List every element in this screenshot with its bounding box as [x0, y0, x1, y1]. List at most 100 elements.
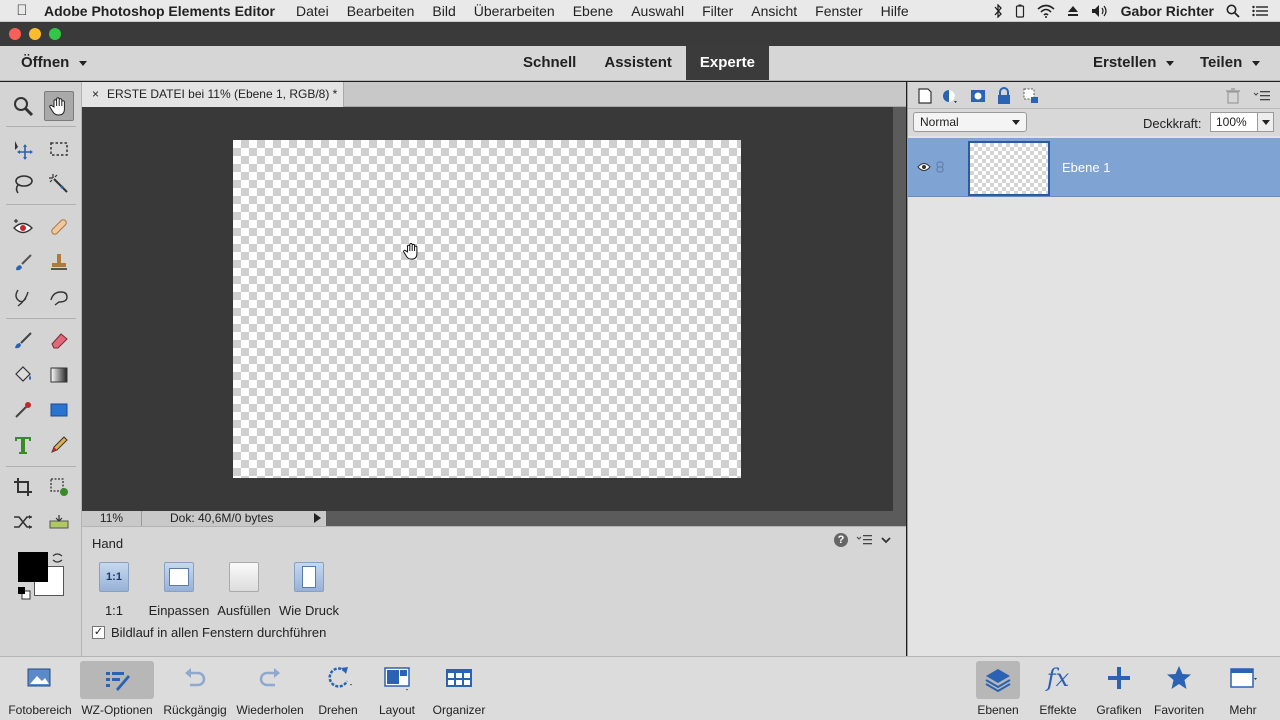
zoom-tool[interactable] [8, 91, 38, 121]
photo-bin-button[interactable]: Fotobereich [4, 657, 76, 719]
opacity-dropdown-button[interactable] [1257, 113, 1273, 131]
quick-selection-tool[interactable] [44, 169, 74, 199]
liquify-tool[interactable] [8, 282, 38, 312]
link-icon[interactable] [936, 161, 944, 173]
create-button[interactable]: Erstellen [1093, 54, 1175, 71]
layer-name[interactable]: Ebene 1 [1062, 160, 1110, 175]
move-tool[interactable] [8, 134, 38, 164]
more-button[interactable]: Mehr [1216, 657, 1270, 719]
status-menu-arrow-icon[interactable] [314, 513, 321, 523]
graphics-button[interactable]: Grafiken [1092, 657, 1146, 719]
new-layer-icon[interactable] [916, 87, 934, 105]
gradient-tool[interactable] [44, 360, 74, 390]
layout-button[interactable]: Layout [372, 657, 422, 719]
menu-ueberarbeiten[interactable]: Überarbeiten [474, 3, 555, 19]
rectangular-marquee-tool[interactable] [44, 134, 74, 164]
sponge-tool[interactable] [44, 282, 74, 312]
bluetooth-icon[interactable] [993, 3, 1003, 18]
hand-tool[interactable] [44, 91, 74, 121]
brush-tool[interactable] [8, 325, 38, 355]
close-tab-icon[interactable]: × [92, 87, 99, 101]
scroll-all-windows-option[interactable]: ✓ Bildlauf in allen Fenstern durchführen [92, 625, 326, 640]
clone-stamp-tool[interactable] [44, 247, 74, 277]
eraser-tool[interactable] [44, 325, 74, 355]
menu-auswahl[interactable]: Auswahl [631, 3, 684, 19]
battery-icon[interactable] [1015, 4, 1025, 18]
menu-bearbeiten[interactable]: Bearbeiten [347, 3, 415, 19]
apple-icon[interactable]:  [0, 2, 44, 19]
menu-ansicht[interactable]: Ansicht [751, 3, 797, 19]
volume-icon[interactable] [1091, 4, 1109, 18]
horizontal-scrollbar[interactable] [326, 511, 906, 526]
blend-mode-select[interactable]: Normal [913, 112, 1027, 132]
panel-menu-icon[interactable] [1253, 87, 1271, 105]
pencil-tool[interactable] [44, 430, 74, 460]
notification-list-icon[interactable] [1252, 5, 1268, 17]
menu-ebene[interactable]: Ebene [573, 3, 613, 19]
options-menu-icon[interactable] [856, 534, 872, 546]
menu-filter[interactable]: Filter [702, 3, 733, 19]
eyedropper-tool[interactable] [8, 395, 38, 425]
vertical-scrollbar[interactable] [893, 107, 906, 511]
actual-pixels-button[interactable]: 1:1 1:1 [98, 562, 130, 618]
lock-transparency-icon[interactable] [1022, 87, 1040, 105]
layer-thumbnail[interactable] [968, 141, 1050, 196]
collapse-chevron-icon[interactable] [880, 534, 892, 546]
text-tool[interactable] [8, 430, 38, 460]
user-name[interactable]: Gabor Richter [1121, 3, 1214, 19]
trash-icon[interactable] [1224, 87, 1242, 105]
recompose-tool[interactable] [44, 472, 74, 502]
rotate-button[interactable]: Drehen [310, 657, 366, 719]
open-button[interactable]: Öffnen [21, 54, 88, 71]
help-icon[interactable]: ? [834, 533, 848, 547]
fit-screen-button[interactable]: Einpassen [148, 562, 210, 618]
tab-experte[interactable]: Experte [685, 46, 769, 80]
smart-brush-tool[interactable] [8, 247, 38, 277]
canvas-area[interactable] [82, 107, 893, 511]
undo-button[interactable]: Rückgängig [160, 657, 230, 719]
menu-datei[interactable]: Datei [296, 3, 329, 19]
visibility-eye-icon[interactable] [917, 162, 931, 172]
organizer-button[interactable]: Organizer [428, 657, 490, 719]
transparent-image-canvas[interactable] [233, 140, 741, 478]
menu-bild[interactable]: Bild [432, 3, 455, 19]
zoom-window-button[interactable] [49, 28, 61, 40]
foreground-color-swatch[interactable] [18, 552, 48, 582]
layer-row[interactable]: Ebene 1 [908, 138, 1280, 197]
eject-icon[interactable] [1067, 5, 1079, 17]
spot-healing-tool[interactable] [44, 212, 74, 242]
layer-mask-icon[interactable] [969, 87, 987, 105]
wifi-icon[interactable] [1037, 4, 1055, 18]
document-tab[interactable]: × ERSTE DATEI bei 11% (Ebene 1, RGB/8) * [82, 82, 344, 107]
shape-tool[interactable] [44, 395, 74, 425]
favorites-button[interactable]: Favoriten [1150, 657, 1208, 719]
close-window-button[interactable] [9, 28, 21, 40]
tool-options-button[interactable]: WZ-Optionen [76, 657, 158, 719]
straighten-tool[interactable] [44, 507, 74, 537]
swap-colors-icon[interactable] [51, 551, 65, 565]
lock-icon[interactable] [995, 87, 1013, 105]
zoom-level[interactable]: 11% [82, 511, 142, 526]
layers-button[interactable]: Ebenen [972, 657, 1024, 719]
default-colors-icon[interactable] [17, 586, 31, 600]
opacity-input[interactable]: 100% [1210, 112, 1274, 132]
red-eye-tool[interactable] [8, 212, 38, 242]
crop-tool[interactable] [8, 472, 38, 502]
minimize-window-button[interactable] [29, 28, 41, 40]
menu-hilfe[interactable]: Hilfe [881, 3, 909, 19]
paint-bucket-tool[interactable] [8, 360, 38, 390]
tab-schnell[interactable]: Schnell [509, 46, 590, 80]
effects-button[interactable]: fx Effekte [1032, 657, 1084, 719]
spotlight-search-icon[interactable] [1226, 4, 1240, 18]
menu-fenster[interactable]: Fenster [815, 3, 862, 19]
app-menu-name[interactable]: Adobe Photoshop Elements Editor [44, 3, 275, 19]
content-aware-move-tool[interactable] [8, 507, 38, 537]
adjustment-layer-icon[interactable] [941, 87, 959, 105]
share-button[interactable]: Teilen [1200, 54, 1261, 71]
print-size-button[interactable]: Wie Druck [278, 562, 340, 618]
fill-screen-button[interactable]: Ausfüllen [216, 562, 272, 618]
tab-assistent[interactable]: Assistent [590, 46, 686, 80]
lasso-tool[interactable] [8, 169, 38, 199]
redo-button[interactable]: Wiederholen [232, 657, 308, 719]
scroll-all-windows-checkbox[interactable]: ✓ [92, 626, 105, 639]
